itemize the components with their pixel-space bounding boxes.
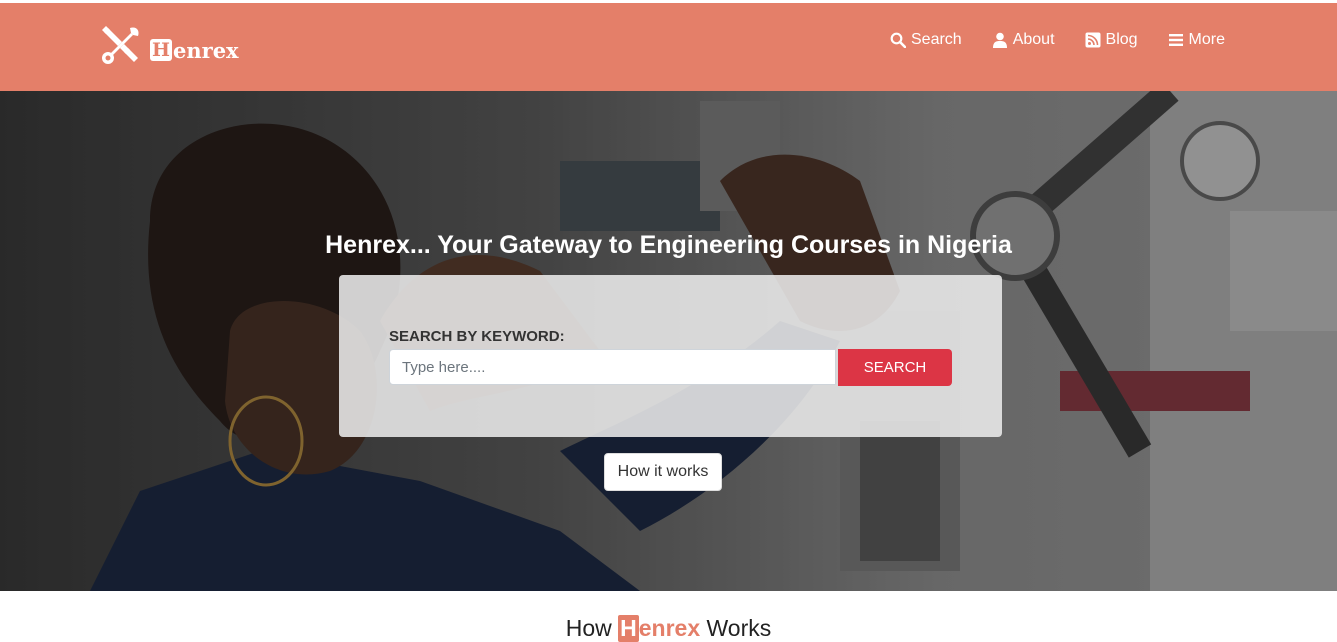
navbar: H enrex Search About Blog More (0, 3, 1337, 91)
nav-more[interactable]: More (1168, 31, 1225, 49)
nav-search-label: Search (911, 31, 962, 48)
section-title-brand: Henrex (618, 615, 701, 642)
search-label: SEARCH BY KEYWORD: (389, 328, 565, 345)
user-icon (992, 32, 1007, 48)
nav-blog[interactable]: Blog (1085, 31, 1138, 49)
section-title-brand-rest: enrex (638, 615, 701, 641)
section-title-prefix: How (565, 615, 619, 641)
nav-more-label: More (1188, 31, 1225, 48)
nav-blog-label: Blog (1105, 31, 1138, 48)
brand-rest: enrex (173, 37, 239, 63)
rss-icon (1085, 32, 1101, 48)
how-it-works-button[interactable]: How it works (604, 453, 722, 491)
main-nav: Search About Blog More (890, 31, 1225, 49)
menu-icon (1168, 34, 1183, 46)
brand-link[interactable]: H enrex (100, 23, 239, 67)
hero-title: Henrex... Your Gateway to Engineering Co… (325, 231, 1012, 259)
section-title-suffix: Works (700, 615, 772, 641)
search-input[interactable] (389, 349, 836, 385)
search-icon (890, 32, 906, 48)
search-card: SEARCH BY KEYWORD: SEARCH (339, 275, 1002, 437)
nav-about-label: About (1012, 31, 1055, 48)
hero-section: Henrex... Your Gateway to Engineering Co… (0, 91, 1337, 591)
tools-icon (102, 26, 139, 64)
nav-search[interactable]: Search (890, 31, 962, 49)
search-button[interactable]: SEARCH (838, 349, 952, 386)
brand-initial: H (150, 39, 172, 61)
nav-about[interactable]: About (992, 31, 1055, 49)
brand-name: H enrex (150, 38, 239, 63)
